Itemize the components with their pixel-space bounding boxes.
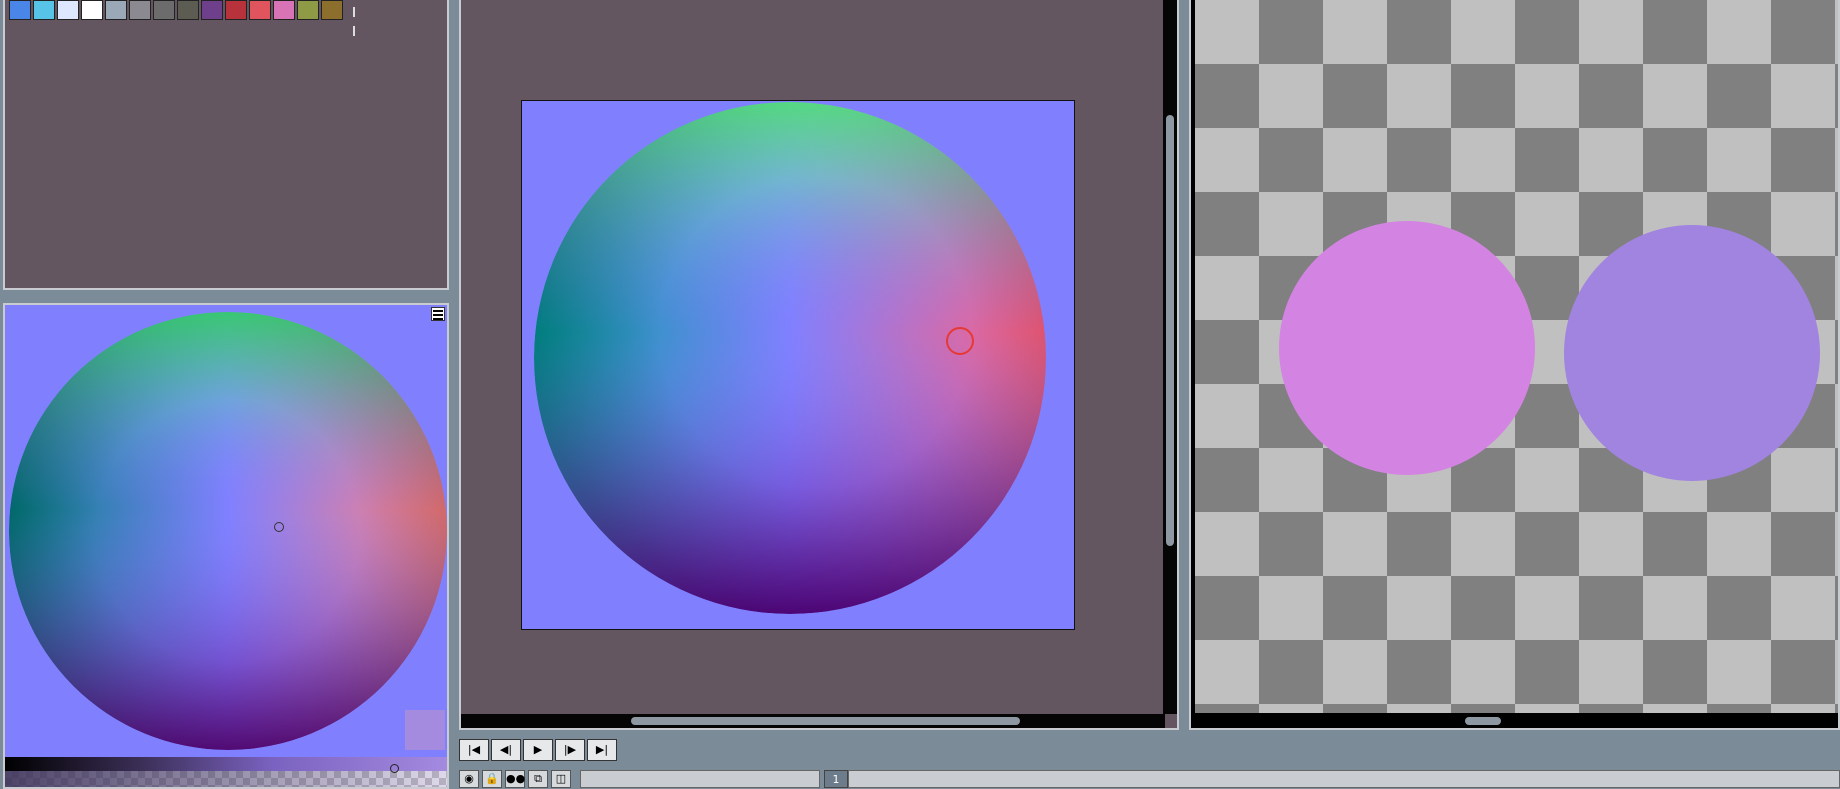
palette-swatch[interactable] [105,0,127,20]
link-icon[interactable]: ⧉ [528,770,548,788]
palette-swatch[interactable] [129,0,151,20]
drawing-canvas[interactable] [521,100,1075,630]
transparency-checkerboard [1195,0,1838,713]
palette-swatch[interactable] [273,0,295,20]
last-frame-button[interactable]: ▶| [587,739,617,761]
layer-mode-icon[interactable]: ◫ [551,770,571,788]
normal-map-sphere [534,102,1046,614]
alpha-value-strip[interactable] [5,757,447,787]
normal-color-picker-panel [3,303,449,789]
timeline-track[interactable] [848,770,1840,788]
palette-swatch[interactable] [321,0,343,20]
palette-swatch[interactable] [81,0,103,20]
preview-blob-purple [1564,225,1820,481]
canvas-vertical-scroll-thumb[interactable] [1166,115,1174,546]
play-button[interactable]: ▶ [523,739,553,761]
eye-icon[interactable]: ◉ [459,770,479,788]
palette-swatch[interactable] [201,0,223,20]
lock-icon[interactable]: 🔒 [482,770,502,788]
palette-swatch[interactable] [153,0,175,20]
palette-resize-grip[interactable] [353,2,359,36]
brush-cursor [946,327,974,355]
palette-panel [3,0,449,290]
palette-swatch[interactable] [297,0,319,20]
current-color-swatch [405,710,445,750]
palette-swatch[interactable] [249,0,271,20]
next-frame-button[interactable]: |▶ [555,739,585,761]
normal-sphere-picker[interactable] [9,312,447,750]
canvas-horizontal-scrollbar[interactable] [461,714,1165,728]
canvas-horizontal-scroll-thumb[interactable] [631,717,1020,725]
layer-name-field[interactable] [580,770,820,788]
picker-cursor[interactable] [274,522,284,532]
layer-toggles: ◉ 🔒 ●● ⧉ ◫ [459,770,574,788]
palette-swatch[interactable] [177,0,199,20]
palette-swatch[interactable] [225,0,247,20]
lighting-preview-panel [1189,0,1840,730]
prev-frame-button[interactable]: ◀| [491,739,521,761]
canvas-vertical-scrollbar[interactable] [1163,0,1177,714]
frame-number: 1 [824,770,848,788]
palette-swatch[interactable] [9,0,31,20]
drawing-canvas-panel [459,0,1179,730]
palette-swatches [9,0,345,20]
first-frame-button[interactable]: |◀ [459,739,489,761]
animation-controls: |◀ ◀| ▶ |▶ ▶| [459,739,619,763]
value-cursor[interactable] [390,764,399,773]
palette-swatch[interactable] [33,0,55,20]
alpha-gradient[interactable] [5,771,447,787]
palette-swatch[interactable] [57,0,79,20]
status-bar: ◉ 🔒 ●● ⧉ ◫ 1 [459,769,1840,789]
value-gradient[interactable] [5,757,447,771]
onion-skin-icon[interactable]: ●● [505,770,525,788]
panel-menu-icon[interactable] [431,307,445,321]
preview-blob-pink [1279,221,1535,475]
preview-horizontal-scroll-thumb[interactable] [1465,717,1501,725]
